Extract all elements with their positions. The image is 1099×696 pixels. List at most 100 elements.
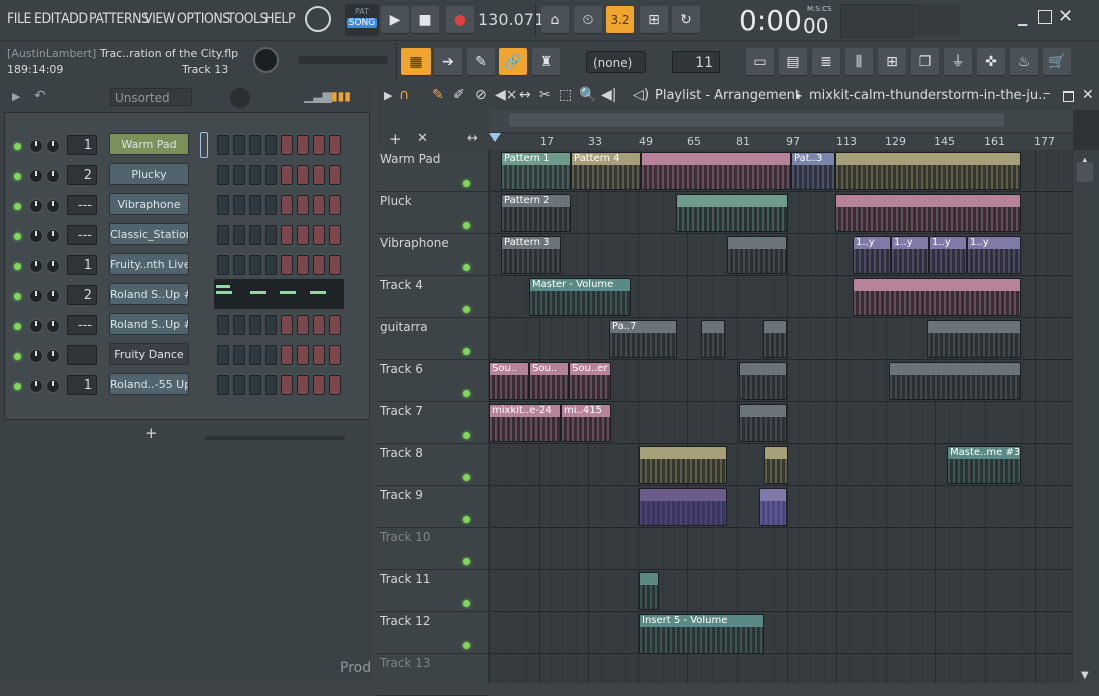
stop-button[interactable]: ■	[411, 6, 439, 34]
audio-clip[interactable]	[764, 446, 788, 484]
overview-strip[interactable]	[489, 110, 1073, 132]
step-button[interactable]	[249, 135, 261, 155]
channel-volume-knob[interactable]	[29, 319, 43, 333]
playlist-icon[interactable]: ▦	[401, 48, 431, 76]
step-button[interactable]	[329, 225, 341, 245]
select-tool-icon[interactable]: ⬚	[559, 87, 572, 103]
track-name[interactable]: Track 6	[380, 362, 423, 376]
pattern-clip[interactable]	[835, 194, 1021, 232]
playlist-scrollbar[interactable]: ▲ ▼	[1073, 150, 1099, 683]
plug-icon[interactable]: ⏚	[944, 48, 972, 76]
play-button[interactable]: ▶	[381, 6, 409, 34]
automation-clip[interactable]: Maste..me #3	[947, 446, 1021, 484]
close-icon[interactable]: ✕	[1058, 6, 1073, 27]
step-button[interactable]	[313, 195, 325, 215]
channel-button[interactable]: Roland..-55 Up	[109, 373, 189, 395]
cake-icon[interactable]: ♨	[1010, 48, 1038, 76]
playlist-grid[interactable]: Pattern 1 Pattern 4 Pat..3 Pattern 2 Pattern…	[489, 150, 1073, 683]
channel-mixer-target[interactable]: ---	[67, 315, 97, 335]
step-button[interactable]	[329, 135, 341, 155]
pattern-clip[interactable]: 1..y	[853, 236, 891, 274]
pattern-clip[interactable]	[763, 320, 787, 358]
step-button[interactable]	[265, 165, 277, 185]
track-name[interactable]: Track 4	[380, 278, 423, 292]
slip-tool-icon[interactable]: ↔	[519, 87, 531, 103]
step-button[interactable]	[233, 165, 245, 185]
overview-thumb[interactable]	[509, 113, 1004, 127]
undo-icon[interactable]: ↶	[34, 88, 46, 104]
channel-button[interactable]: Classic_Station	[109, 223, 189, 245]
restore-icon[interactable]	[1038, 10, 1052, 24]
mixer-icon[interactable]: ≣	[812, 48, 840, 76]
channel-mute-led[interactable]	[14, 383, 21, 390]
audio-clip[interactable]	[739, 404, 787, 442]
pattern-clip[interactable]: 1..y	[891, 236, 929, 274]
channel-mixer-target[interactable]: 1	[67, 375, 97, 395]
scroll-thumb[interactable]	[1077, 162, 1093, 182]
channel-pan-knob[interactable]	[46, 379, 60, 393]
brush-tool-icon[interactable]: ✐	[453, 87, 465, 103]
audio-clip[interactable]	[639, 488, 727, 526]
channel-button[interactable]: Roland S..Up #2	[109, 283, 189, 305]
track-name[interactable]: Track 10	[380, 530, 430, 544]
track-mute-led[interactable]	[463, 348, 470, 355]
step-button[interactable]	[249, 225, 261, 245]
step-button[interactable]	[329, 255, 341, 275]
channel-mixer-target[interactable]: 2	[67, 165, 97, 185]
channel-mute-led[interactable]	[14, 263, 21, 270]
pat-song-toggle[interactable]: PAT SONG	[345, 4, 379, 36]
step-button[interactable]	[217, 165, 229, 185]
delete-tool-icon[interactable]: ⊘	[475, 87, 487, 103]
track-name[interactable]: Track 9	[380, 488, 423, 502]
steps-icon[interactable]: ▮▮▮	[331, 89, 351, 103]
mute-tool-icon[interactable]: ◀×	[495, 87, 518, 103]
step-button[interactable]	[217, 315, 229, 335]
step-button[interactable]	[217, 375, 229, 395]
step-button[interactable]	[249, 255, 261, 275]
track-mute-led[interactable]	[463, 264, 470, 271]
filter-dropdown[interactable]: Unsorted	[110, 88, 192, 106]
step-button[interactable]	[329, 195, 341, 215]
step-button[interactable]	[233, 255, 245, 275]
sliders-icon[interactable]: ⫼	[845, 48, 873, 76]
track-name[interactable]: guitarra	[380, 320, 428, 334]
step-button[interactable]	[265, 195, 277, 215]
channel-mute-led[interactable]	[14, 203, 21, 210]
master-volume-slider[interactable]	[298, 56, 388, 64]
step-button[interactable]	[281, 375, 293, 395]
magnet-icon[interactable]: ∩	[399, 87, 409, 103]
track-mute-led[interactable]	[463, 222, 470, 229]
channel-mixer-target[interactable]: 1	[67, 255, 97, 275]
channel-mixer-target[interactable]: 2	[67, 285, 97, 305]
channel-volume-knob[interactable]	[29, 289, 43, 303]
step-button[interactable]	[313, 225, 325, 245]
channel-select-indicator[interactable]	[200, 132, 208, 158]
pattern-clip[interactable]	[835, 152, 1021, 190]
step-button[interactable]	[217, 225, 229, 245]
step-button[interactable]	[313, 315, 325, 335]
step-button[interactable]	[249, 345, 261, 365]
pattern-clip[interactable]: 1..y	[929, 236, 967, 274]
rack-scrollbar[interactable]	[205, 436, 345, 440]
stamp-icon[interactable]: ♜	[532, 48, 560, 76]
pattern-selector[interactable]: (none)	[586, 51, 646, 73]
pattern-clip[interactable]: Pat..3	[791, 152, 835, 190]
step-button[interactable]	[281, 225, 293, 245]
track-mute-led[interactable]	[463, 306, 470, 313]
audio-clip[interactable]: mixkit..e-24	[489, 404, 561, 442]
channel-mixer-target[interactable]: ---	[67, 195, 97, 215]
step-button[interactable]	[217, 345, 229, 365]
track-name[interactable]: Track 7	[380, 404, 423, 418]
channel-volume-knob[interactable]	[29, 169, 43, 183]
track-name[interactable]: Track 12	[380, 614, 430, 628]
step-button[interactable]	[297, 255, 309, 275]
track-name[interactable]: Track 11	[380, 572, 430, 586]
channel-pan-knob[interactable]	[46, 229, 60, 243]
step-button[interactable]	[297, 165, 309, 185]
pattern-clip[interactable]	[727, 236, 787, 274]
step-button[interactable]	[233, 195, 245, 215]
pattern-clip[interactable]: 1..y	[967, 236, 1021, 274]
channel-mute-led[interactable]	[14, 323, 21, 330]
step-button[interactable]	[281, 345, 293, 365]
audio-clip[interactable]	[889, 362, 1021, 400]
